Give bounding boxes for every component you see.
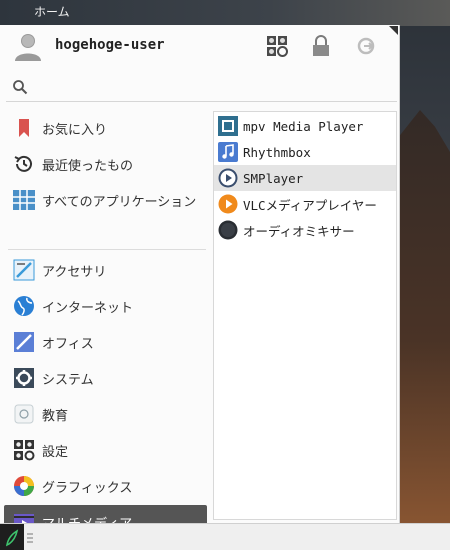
category-label: 設定 [42,444,69,460]
history-icon [14,155,32,172]
category-label: グラフィックス [42,480,133,496]
category-settings[interactable]: 設定 [4,433,207,467]
category-education[interactable]: 教育 [4,397,207,431]
taskbar [0,523,450,550]
category-label: インターネット [42,300,134,316]
app-label: mpv Media Player [243,118,364,134]
search-bar [6,74,397,102]
category-accessories[interactable]: アクセサリ [4,253,207,287]
desktop-home-label[interactable]: ホーム [34,3,70,20]
graphics-icon [14,476,34,496]
grid-apps-icon [13,190,35,210]
category-list: お気に入り 最近使ったもの すべてのアプリケーション アクセサリ インターネット… [0,111,212,539]
username: hogehoge-user [55,37,165,53]
category-favorites[interactable]: お気に入り [4,111,207,145]
accessories-icon [13,259,35,281]
app-label: Rhythmbox [243,144,311,160]
office-icon [14,332,34,352]
category-label: 教育 [42,408,69,424]
category-label: 最近使ったもの [42,158,134,174]
lock-icon [313,35,329,56]
settings-grid-icon [267,36,288,57]
audio-mixer-icon [218,220,238,240]
mpv-icon [218,116,238,136]
settings-manager-button[interactable] [265,34,289,58]
search-icon [13,80,28,95]
avatar[interactable] [14,31,42,61]
settings-icon [14,440,35,461]
category-internet[interactable]: インターネット [4,289,207,323]
vlc-icon [218,194,238,214]
app-item-audio-mixer[interactable]: オーディオミキサー [214,217,396,243]
menu-header: hogehoge-user [0,25,400,69]
app-label: SMPlayer [243,170,304,186]
search-input[interactable] [36,76,391,98]
app-item-mpv[interactable]: mpv Media Player [214,113,396,139]
category-label: アクセサリ [42,264,107,280]
whisker-menu-icon [5,528,19,546]
category-system[interactable]: システム [4,361,207,395]
category-label: すべてのアプリケーション [42,194,197,210]
desktop-cliff [400,110,450,530]
category-divider [8,249,206,250]
category-all-applications[interactable]: すべてのアプリケーション [4,183,207,217]
category-label: システム [42,372,94,388]
app-item-vlc[interactable]: VLCメディアプレイヤー [214,191,396,217]
smplayer-icon [218,168,238,188]
category-label: オフィス [42,336,94,352]
app-label: VLCメディアプレイヤー [243,197,377,213]
app-item-rhythmbox[interactable]: Rhythmbox [214,139,396,165]
category-recent[interactable]: 最近使ったもの [4,147,207,181]
lock-screen-button[interactable] [309,34,333,58]
globe-icon [14,296,34,316]
application-list: mpv Media Player Rhythmbox SMPlayer VLCメ… [213,111,397,520]
app-item-smplayer[interactable]: SMPlayer [214,165,396,191]
app-label: オーディオミキサー [243,223,355,239]
category-graphics[interactable]: グラフィックス [4,469,207,503]
category-office[interactable]: オフィス [4,325,207,359]
bookmark-icon [19,119,29,137]
education-icon [14,404,34,424]
whisker-menu-button[interactable] [0,524,24,550]
rhythmbox-icon [218,142,238,162]
category-label: お気に入り [42,122,108,138]
logout-icon [357,37,375,55]
system-gear-icon [14,368,34,388]
panel-handle-icon[interactable] [27,533,33,543]
application-menu: hogehoge-user お気に入り 最近使ったもの すべてのアプリケーション… [0,25,400,539]
logout-button[interactable] [354,34,378,58]
